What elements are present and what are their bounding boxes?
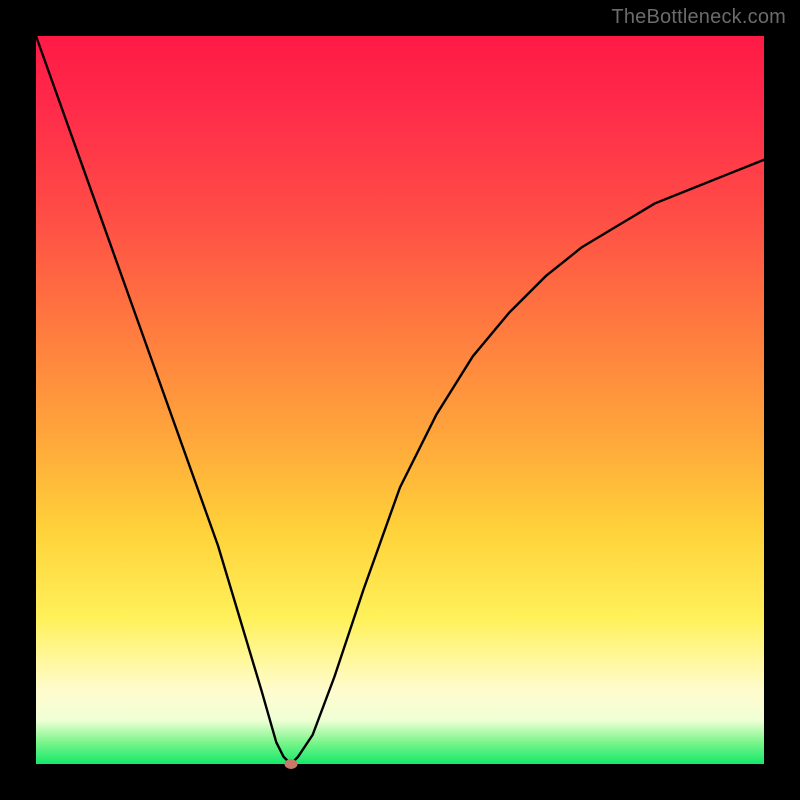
- bottleneck-curve: [36, 36, 764, 764]
- plot-area: [36, 36, 764, 764]
- watermark-text: TheBottleneck.com: [611, 6, 786, 29]
- chart-frame: TheBottleneck.com: [0, 0, 800, 800]
- minimum-marker: [284, 759, 297, 769]
